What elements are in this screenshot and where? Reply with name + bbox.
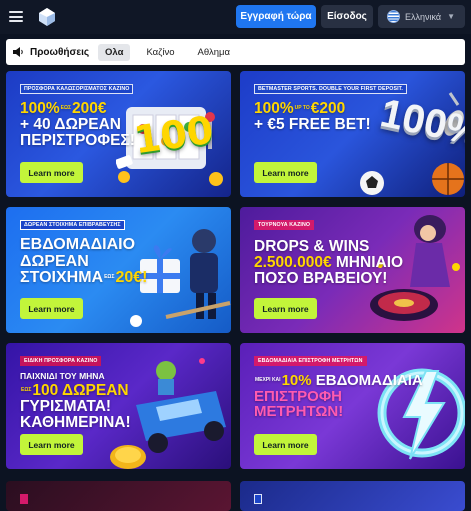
promo-badge	[20, 494, 28, 504]
logo-icon[interactable]	[37, 7, 57, 27]
learn-more-button[interactable]: Learn more	[20, 298, 83, 319]
megaphone-icon	[13, 47, 23, 57]
promo-headline: 100%UP TO€200 + €5 FREE BET!	[254, 100, 371, 134]
language-select[interactable]: Ελληνικά ▼	[378, 5, 465, 28]
learn-more-button[interactable]: Learn more	[20, 434, 83, 455]
promo-badge: ΤΟΥΡΝΟΥΑ ΚΑΖΙΝΟ	[254, 220, 315, 230]
promo-card-weekly-free-bet[interactable]: ΔΩΡΕΑΝ ΣΤΟΙΧΗΜΑ ΕΠΙΒΡΑΒΕΥΣΗΣ ΕΒΔΟΜΑΔΙΑΙΟ…	[6, 207, 231, 333]
promo-badge	[254, 494, 262, 504]
promo-headline: ΕΒΔΟΜΑΔΙΑΙΟ ΔΩΡΕΑΝ ΣΤΟΙΧΗΜΑΕΩΣ20€!	[20, 236, 148, 287]
promo-badge: BETMASTER SPORTS. DOUBLE YOUR FIRST DEPO…	[254, 84, 407, 94]
promo-card-partial-left[interactable]	[6, 481, 231, 511]
top-bar: Εγγραφή τώρα Είσοδος Ελληνικά ▼	[0, 0, 471, 34]
learn-more-button[interactable]: Learn more	[254, 298, 317, 319]
chevron-down-icon: ▼	[447, 12, 456, 21]
promo-badge: ΠΡΟΣΦΟΡΑ ΚΑΛΩΣΟΡΙΣΜΑΤΟΣ ΚΑΖΙΝΟ	[20, 84, 134, 94]
promo-headline: 100%ΕΩΣ200€ + 40 ΔΩΡΕΑΝ ΠΕΡΙΣΤΡΟΦΕΣ!	[20, 100, 135, 150]
tab-casino[interactable]: Καζίνο	[139, 44, 181, 61]
promo-badge: ΕΒΔΟΜΑΔΙΑΙΑ ΕΠΙΣΤΡΟΦΗ ΜΕΤΡΗΤΩΝ	[254, 356, 367, 366]
language-label: Ελληνικά	[405, 11, 442, 22]
promotions-title: Προωθήσεις	[30, 46, 90, 58]
menu-icon[interactable]	[9, 11, 23, 22]
greek-flag-icon	[387, 10, 400, 23]
register-button[interactable]: Εγγραφή τώρα	[236, 5, 316, 28]
promo-badge: ΔΩΡΕΑΝ ΣΤΟΙΧΗΜΑ ΕΠΙΒΡΑΒΕΥΣΗΣ	[20, 220, 125, 230]
promo-card-sports-welcome[interactable]: 100% BETMASTER SPORTS. DOUBLE YOUR FIRST…	[240, 71, 465, 197]
tab-sports[interactable]: Αθλημα	[191, 44, 237, 61]
promo-headline: ΜΕΧΡΙ ΚΑΙ10% ΕΒΔΟΜΑΔΙΑΙΑ ΕΠΙΣΤΡΟΦΗ ΜΕΤΡΗ…	[254, 372, 423, 421]
learn-more-button[interactable]: Learn more	[254, 434, 317, 455]
promo-headline: DROPS & WINS 2.500.000€ ΜΗΝΙΑΙΟ ΠΟΣΟ ΒΡΑ…	[254, 238, 404, 288]
tab-all[interactable]: Ολα	[98, 43, 131, 61]
promo-card-game-of-the-month[interactable]: ΕΙΔΙΚΗ ΠΡΟΣΦΟΡΑ ΚΑΖΙΝΟ ΠΑΙΧΝΙΔΙ ΤΟΥ ΜΗΝΑ…	[6, 343, 231, 469]
promo-headline: ΕΩΣ100 ΔΩΡΕΑΝ ΓΥΡΙΣΜΑΤΑ! ΚΑΘΗΜΕΡΙΝΑ!	[20, 382, 131, 432]
promo-card-drops-and-wins[interactable]: ΤΟΥΡΝΟΥΑ ΚΑΖΙΝΟ DROPS & WINS 2.500.000€ …	[240, 207, 465, 333]
promo-badge: ΕΙΔΙΚΗ ΠΡΟΣΦΟΡΑ ΚΑΖΙΝΟ	[20, 356, 102, 366]
learn-more-button[interactable]: Learn more	[20, 162, 83, 183]
promo-subhead: ΠΑΙΧΝΙΔΙ ΤΟΥ ΜΗΝΑ	[20, 371, 105, 381]
promo-card-weekly-cashback[interactable]: ΕΒΔΟΜΑΔΙΑΙΑ ΕΠΙΣΤΡΟΦΗ ΜΕΤΡΗΤΩΝ ΜΕΧΡΙ ΚΑΙ…	[240, 343, 465, 469]
learn-more-button[interactable]: Learn more	[254, 162, 317, 183]
promotions-filter-bar: Προωθήσεις Ολα Καζίνο Αθλημα	[6, 39, 465, 65]
promo-card-casino-welcome[interactable]: 100 ΠΡΟΣΦΟΡΑ ΚΑΛΩΣΟΡΙΣΜΑΤΟΣ ΚΑΖΙΝΟ 100%Ε…	[6, 71, 231, 197]
promo-card-partial-right[interactable]	[240, 481, 465, 511]
login-button[interactable]: Είσοδος	[321, 5, 373, 28]
